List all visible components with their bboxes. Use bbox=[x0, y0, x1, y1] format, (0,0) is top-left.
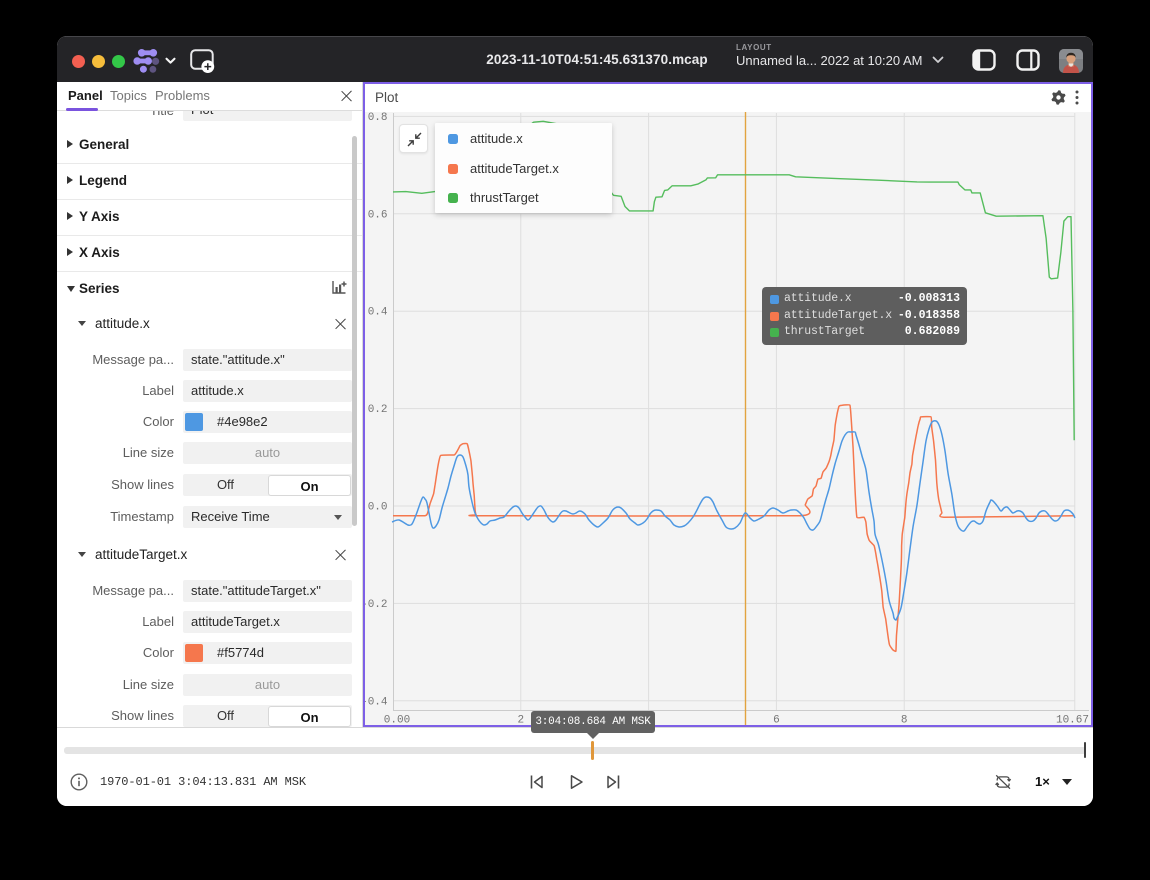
svg-text:0.8: 0.8 bbox=[368, 112, 388, 124]
svg-text:8: 8 bbox=[901, 715, 908, 726]
svg-text:0.2: 0.2 bbox=[368, 404, 388, 416]
svg-text:10.67: 10.67 bbox=[1056, 715, 1089, 726]
svg-text:0.00: 0.00 bbox=[384, 715, 410, 726]
svg-text:6: 6 bbox=[773, 715, 780, 726]
svg-text:2: 2 bbox=[517, 715, 524, 726]
svg-text:0.4: 0.4 bbox=[368, 307, 388, 319]
svg-text:-0.2: -0.2 bbox=[365, 599, 388, 611]
svg-text:0.0: 0.0 bbox=[368, 502, 388, 514]
svg-text:-0.4: -0.4 bbox=[365, 696, 388, 708]
svg-text:0.6: 0.6 bbox=[368, 209, 388, 221]
